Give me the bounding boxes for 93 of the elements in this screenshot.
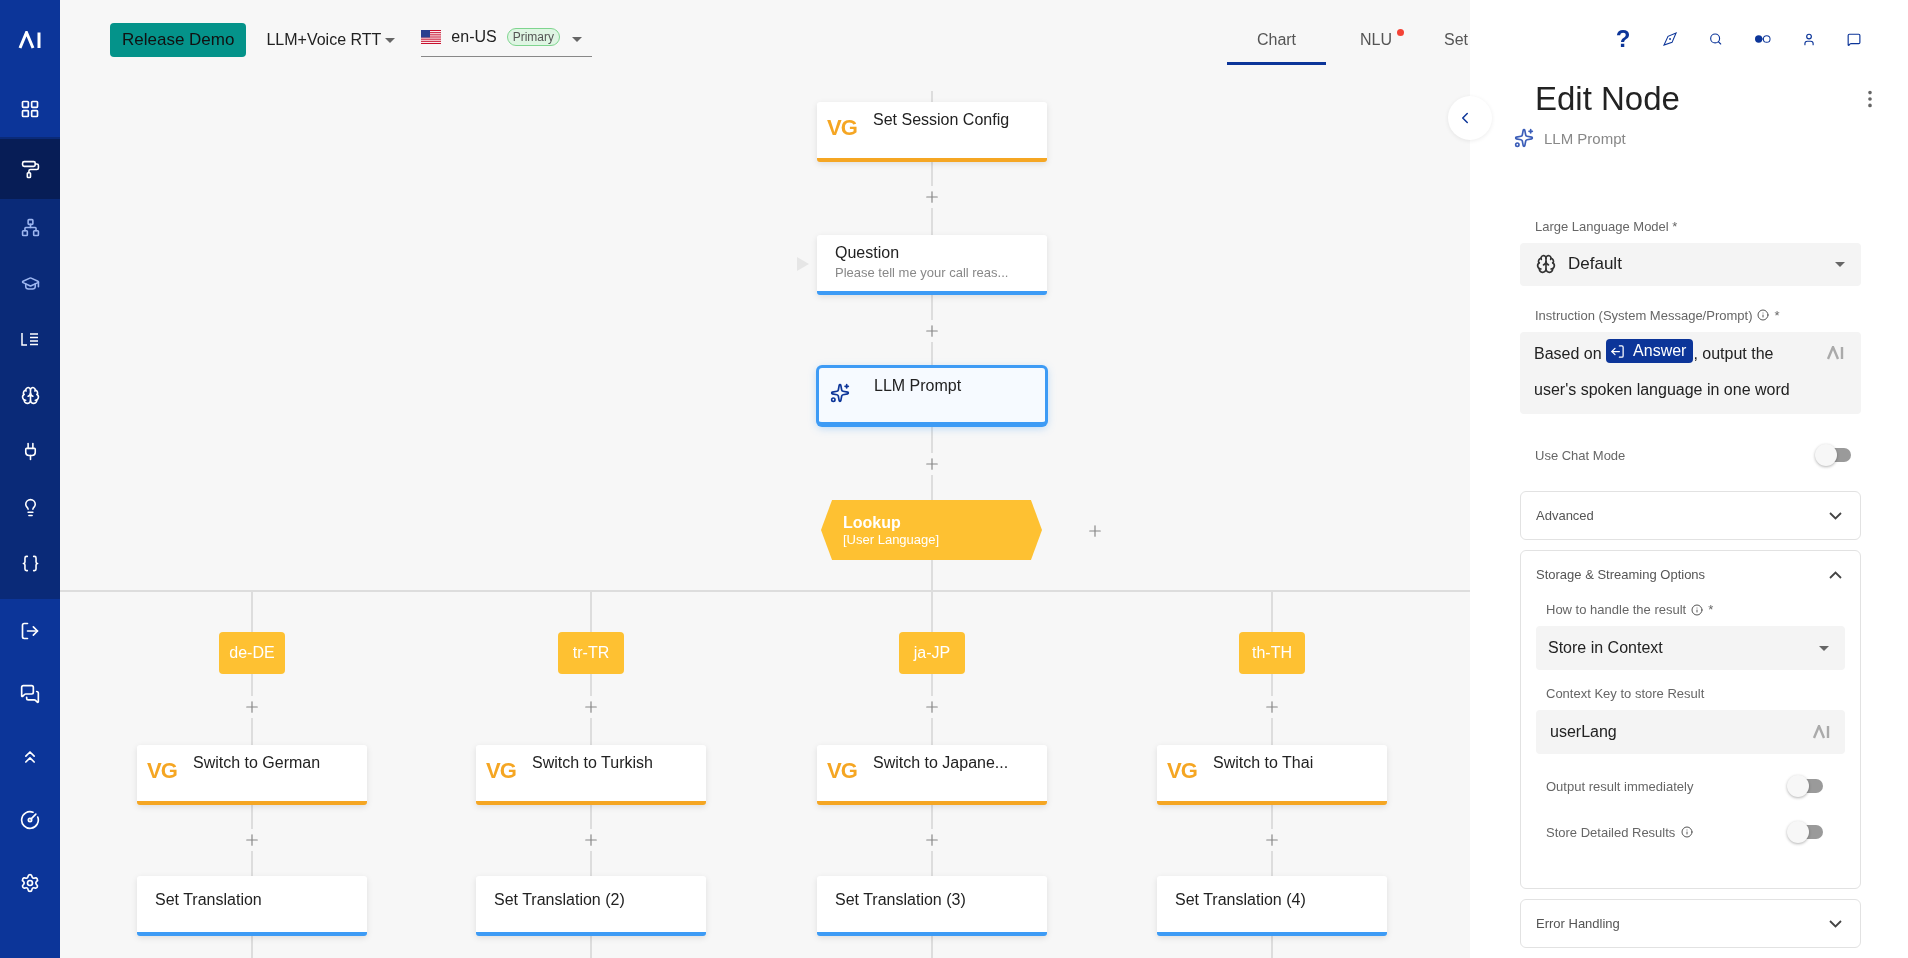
field-label: Large Language Model * bbox=[1535, 218, 1678, 234]
flow-node[interactable]: Set Translation (3) bbox=[817, 876, 1047, 936]
flow-node[interactable]: LLM Prompt bbox=[817, 366, 1047, 426]
chevron-down-icon bbox=[1829, 511, 1842, 520]
sparkles-icon bbox=[1514, 128, 1534, 149]
brain-icon bbox=[1536, 254, 1556, 275]
locale-select[interactable]: en-US Primary bbox=[421, 23, 593, 57]
panel-title: Edit Node bbox=[1535, 80, 1680, 119]
section-header[interactable]: Storage & Streaming Options bbox=[1521, 551, 1860, 598]
flow-node[interactable]: Question Please tell me your call reas... bbox=[817, 235, 1047, 295]
node-title: Switch to Japane... bbox=[873, 754, 1009, 772]
field-label: Context Key to store Result bbox=[1546, 686, 1705, 701]
flow-node[interactable]: Set Translation (2) bbox=[476, 876, 706, 936]
add-icon[interactable] bbox=[1263, 698, 1281, 716]
info-icon bbox=[1691, 603, 1704, 616]
node-title: Switch to German bbox=[193, 754, 321, 772]
node-title: LLM Prompt bbox=[874, 377, 962, 395]
node-title: Lookup bbox=[843, 513, 902, 532]
flow-node[interactable]: VG Set Session Config bbox=[817, 102, 1047, 162]
node-title: Set Translation (4) bbox=[1175, 891, 1306, 909]
flow-node[interactable]: Set Translation (4) bbox=[1157, 876, 1387, 936]
exit-icon bbox=[20, 620, 40, 641]
node-title: Set Session Config bbox=[873, 111, 1010, 129]
node-title: Set Translation bbox=[155, 891, 262, 909]
sparkles-icon bbox=[830, 383, 850, 403]
node-title: Switch to Thai bbox=[1213, 754, 1314, 772]
enter-icon bbox=[1610, 343, 1626, 359]
chat-bubbles-icon bbox=[20, 683, 40, 704]
toggle-label: Store Detailed Results bbox=[1546, 824, 1676, 840]
node-subtitle: Please tell me your call reas... bbox=[835, 265, 1009, 280]
add-icon[interactable] bbox=[923, 188, 941, 206]
brain-icon bbox=[20, 385, 40, 405]
grid-icon bbox=[20, 98, 40, 119]
prompt-field[interactable]: Based on Answer , output the user's spoken language in one word bbox=[1520, 331, 1861, 414]
add-icon[interactable] bbox=[243, 698, 261, 716]
section-header[interactable]: Advanced bbox=[1521, 492, 1860, 539]
field-label: How to handle the result bbox=[1546, 602, 1687, 617]
flow-dropdown[interactable]: LLM+Voice RTT bbox=[262, 23, 400, 57]
add-icon[interactable] bbox=[923, 698, 941, 716]
node-title: Set Translation (2) bbox=[494, 891, 625, 909]
add-icon[interactable] bbox=[1263, 831, 1281, 849]
braces-icon bbox=[20, 553, 40, 573]
chevron-down-icon bbox=[1829, 919, 1842, 928]
add-icon[interactable] bbox=[582, 698, 600, 716]
node-logo: VG bbox=[827, 115, 858, 141]
node-title: Question bbox=[835, 244, 901, 262]
flow-node[interactable]: VG Switch to Thai bbox=[1157, 745, 1387, 805]
result-select[interactable]: Store in Context bbox=[1536, 626, 1845, 670]
tab[interactable]: NLU bbox=[1336, 23, 1416, 65]
node-title: Set Translation (3) bbox=[835, 891, 966, 909]
add-icon[interactable] bbox=[923, 322, 941, 340]
add-icon[interactable] bbox=[1086, 522, 1104, 540]
variable-chip[interactable]: Answer bbox=[1606, 339, 1694, 364]
toggle-label: Output result immediately bbox=[1546, 778, 1694, 794]
node-logo: VG bbox=[147, 758, 178, 784]
logo-icon[interactable] bbox=[18, 31, 42, 49]
flag-icon bbox=[421, 29, 442, 44]
ai-icon[interactable] bbox=[1827, 345, 1845, 360]
model-select[interactable]: Default bbox=[1520, 242, 1861, 286]
ai-icon[interactable] bbox=[1813, 725, 1831, 739]
chevron-up-icon bbox=[1829, 570, 1842, 579]
field-label: Instruction (System Message/Prompt) bbox=[1535, 307, 1753, 323]
node-logo: VG bbox=[486, 758, 517, 784]
add-icon[interactable] bbox=[582, 831, 600, 849]
add-icon[interactable] bbox=[923, 455, 941, 473]
paint-roller-icon bbox=[20, 159, 40, 179]
flow-node[interactable]: Set Translation bbox=[137, 876, 367, 936]
toggle-label: Use Chat Mode bbox=[1535, 447, 1626, 463]
hierarchy-icon bbox=[20, 217, 40, 237]
help-icon[interactable]: ? bbox=[1615, 25, 1632, 54]
flow-node[interactable]: VG Switch to Turkish bbox=[476, 745, 706, 805]
primary-badge: Primary bbox=[506, 27, 561, 46]
tab[interactable]: Set bbox=[1426, 23, 1470, 65]
project-button[interactable]: Release Demo bbox=[110, 23, 247, 57]
tab[interactable]: Chart bbox=[1227, 23, 1326, 65]
required-mark: * bbox=[1708, 602, 1714, 617]
node-logo: VG bbox=[1167, 758, 1198, 784]
info-icon bbox=[1757, 309, 1770, 322]
required-mark: * bbox=[1774, 307, 1780, 323]
gauge-icon bbox=[20, 809, 40, 830]
node-type: LLM Prompt bbox=[1544, 129, 1626, 147]
settings-icon bbox=[20, 872, 40, 893]
sidebar-item[interactable] bbox=[0, 139, 60, 199]
node-subtitle: [User Language] bbox=[843, 531, 941, 547]
node-title: Switch to Turkish bbox=[532, 754, 653, 772]
list-icon bbox=[21, 332, 39, 346]
node-logo: VG bbox=[827, 758, 858, 784]
locale-code: en-US bbox=[451, 27, 497, 46]
add-icon[interactable] bbox=[243, 831, 261, 849]
add-icon[interactable] bbox=[923, 831, 941, 849]
flow-node[interactable]: VG Switch to Japane... bbox=[817, 745, 1047, 805]
section-header[interactable]: Error Handling bbox=[1521, 900, 1860, 947]
flow-node[interactable]: VG Switch to German bbox=[137, 745, 367, 805]
